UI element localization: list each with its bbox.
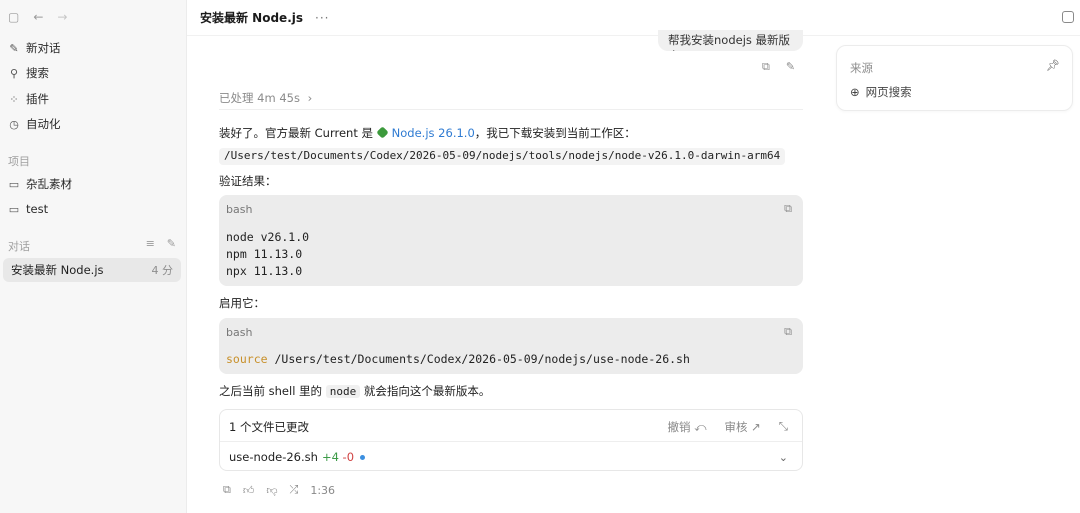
- chevron-down-icon[interactable]: ⌄: [779, 451, 788, 464]
- panel-toggle-icon[interactable]: [1062, 11, 1074, 23]
- enable-label: 启用它：: [219, 296, 265, 310]
- copy-code-icon[interactable]: ⧉: [784, 325, 792, 339]
- code-block-verify: bash ⧉ node v26.1.0 npm 11.13.0 npx 11.1…: [219, 195, 803, 286]
- sidebar-item-label: 插件: [26, 92, 49, 106]
- message-tools: ⧉ ✎: [762, 60, 795, 74]
- lines-removed: -0: [342, 450, 355, 464]
- processed-summary[interactable]: 已处理 4m 45s ›: [219, 90, 803, 110]
- code-language: bash: [226, 326, 253, 339]
- code-block-enable: bash ⧉ source /Users/test/Documents/Code…: [219, 318, 803, 374]
- globe-icon: ⊕: [850, 85, 860, 99]
- response-time: 1:36: [310, 483, 336, 497]
- chat-item-active[interactable]: 安装最新 Node.js 4 分: [3, 258, 181, 282]
- search-icon: ⚲: [9, 66, 19, 80]
- source-label: 网页搜索: [865, 85, 912, 99]
- thumbs-down-icon[interactable]: 👎︎: [266, 484, 277, 497]
- filter-icon[interactable]: ≡: [146, 237, 155, 250]
- projects-section-label: 项目: [8, 155, 30, 168]
- sidebar-toggle-icon[interactable]: ▢: [8, 10, 19, 24]
- project-item-misc[interactable]: ▭ 杂乱素材: [8, 174, 72, 194]
- install-path-code: /Users/test/Documents/Codex/2026-05-09/n…: [219, 148, 786, 165]
- project-item-test[interactable]: ▭ test: [8, 199, 48, 219]
- code-content: node v26.1.0 npm 11.13.0 npx 11.13.0: [226, 229, 309, 280]
- page-title: 安装最新 Node.js: [200, 11, 304, 25]
- code-line: npx 11.13.0: [226, 264, 303, 278]
- review-button[interactable]: 审核 ↗: [725, 419, 761, 435]
- sidebar: ▢ ← → ✎ 新对话 ⚲ 搜索 ⁘ 插件 ◷ 自动化 项目 ▭ 杂乱素材 ▭ …: [0, 0, 187, 513]
- outro-text-suffix: 就会指向这个最新版本。: [360, 384, 491, 398]
- processed-label: 已处理 4m 45s: [219, 91, 300, 105]
- code-content: source /Users/test/Documents/Codex/2026-…: [226, 351, 690, 368]
- back-arrow-icon[interactable]: ←: [33, 10, 43, 24]
- sidebar-item-search[interactable]: ⚲ 搜索: [8, 63, 49, 83]
- modified-dot-icon: [360, 455, 366, 460]
- pin-icon[interactable]: 📌︎: [1046, 59, 1060, 72]
- source-item-web-search[interactable]: ⊕ 网页搜索: [850, 84, 912, 100]
- project-label: 杂乱素材: [26, 177, 72, 191]
- inline-code: node: [325, 385, 361, 398]
- nodejs-logo-icon: [375, 126, 389, 139]
- clock-icon: ◷: [9, 117, 19, 131]
- folder-gear-icon: ▭: [8, 202, 20, 216]
- undo-button[interactable]: 撤销 ⤺: [668, 419, 707, 435]
- fork-icon[interactable]: ⤮: [290, 483, 299, 497]
- sources-panel: 来源 📌︎ ⊕ 网页搜索: [836, 45, 1073, 111]
- lines-added: +4: [321, 450, 339, 464]
- sidebar-item-label: 搜索: [26, 66, 49, 80]
- file-name: use-node-26.sh: [229, 450, 318, 464]
- top-bar: 安装最新 Node.js ···: [187, 0, 1080, 36]
- files-changed-card: 1 个文件已更改 撤销 ⤺ 审核 ↗ ⤡ use-node-26.sh +4 -0…: [219, 409, 803, 471]
- code-text: /Users/test/Documents/Codex/2026-05-09/n…: [267, 352, 690, 366]
- response-tools: ⧉ 👍︎ 👎︎ ⤮ 1:36: [223, 483, 335, 497]
- project-label: test: [26, 202, 49, 216]
- outro-text: 之后当前 shell 里的: [219, 384, 326, 398]
- edit-message-icon[interactable]: ✎: [786, 60, 795, 74]
- code-language: bash: [226, 203, 253, 216]
- folder-icon: ▭: [8, 177, 20, 191]
- files-changed-title: 1 个文件已更改: [229, 420, 309, 434]
- intro-text-suffix: ，我已下载安装到当前工作区：: [474, 126, 636, 140]
- code-line: npm 11.13.0: [226, 247, 303, 261]
- more-options-icon[interactable]: ···: [315, 11, 329, 25]
- new-chat-icon[interactable]: ✎: [167, 237, 176, 250]
- sidebar-item-automation[interactable]: ◷ 自动化: [8, 114, 61, 134]
- nodejs-link[interactable]: Node.js 26.1.0: [392, 126, 475, 140]
- verify-label: 验证结果：: [219, 174, 277, 188]
- edit-icon: ✎: [9, 41, 19, 55]
- sidebar-item-new-chat[interactable]: ✎ 新对话: [8, 38, 61, 58]
- forward-arrow-icon[interactable]: →: [57, 10, 67, 24]
- changed-file-row[interactable]: use-node-26.sh +4 -0: [229, 450, 366, 464]
- code-line: node v26.1.0: [226, 230, 310, 244]
- files-card-header: 1 个文件已更改 撤销 ⤺ 审核 ↗ ⤡: [220, 410, 802, 442]
- plugin-icon: ⁘: [9, 92, 19, 106]
- copy-icon[interactable]: ⧉: [223, 483, 231, 497]
- intro-paragraph: 装好了。官方最新 Current 是 Node.js 26.1.0，我已下载安装…: [219, 125, 636, 141]
- codex-app: ▢ ← → ✎ 新对话 ⚲ 搜索 ⁘ 插件 ◷ 自动化 项目 ▭ 杂乱素材 ▭ …: [0, 0, 1080, 513]
- sidebar-item-label: 新对话: [26, 41, 61, 55]
- outro-paragraph: 之后当前 shell 里的 node 就会指向这个最新版本。: [219, 383, 490, 399]
- chevron-right-icon: ›: [307, 91, 313, 105]
- copy-code-icon[interactable]: ⧉: [784, 202, 792, 216]
- chat-time: 4 分: [151, 264, 174, 277]
- chat-title: 安装最新 Node.js: [11, 263, 104, 277]
- files-card-actions: 撤销 ⤺ 审核 ↗ ⤡: [668, 419, 788, 435]
- user-message: 帮我安装nodejs 最新版本: [658, 30, 803, 51]
- chats-section-label: 对话: [8, 240, 30, 253]
- sidebar-item-label: 自动化: [26, 117, 61, 131]
- chats-section-tools: ≡ ✎: [146, 237, 176, 250]
- thumbs-up-icon[interactable]: 👍︎: [243, 484, 255, 497]
- sidebar-item-plugins[interactable]: ⁘ 插件: [8, 89, 49, 109]
- code-keyword: source: [226, 352, 268, 366]
- intro-text: 装好了。官方最新 Current 是: [219, 126, 377, 140]
- collapse-icon[interactable]: ⤡: [779, 419, 788, 435]
- copy-icon[interactable]: ⧉: [762, 60, 770, 74]
- sources-label: 来源: [850, 61, 873, 75]
- window-controls: ▢ ← →: [8, 10, 67, 24]
